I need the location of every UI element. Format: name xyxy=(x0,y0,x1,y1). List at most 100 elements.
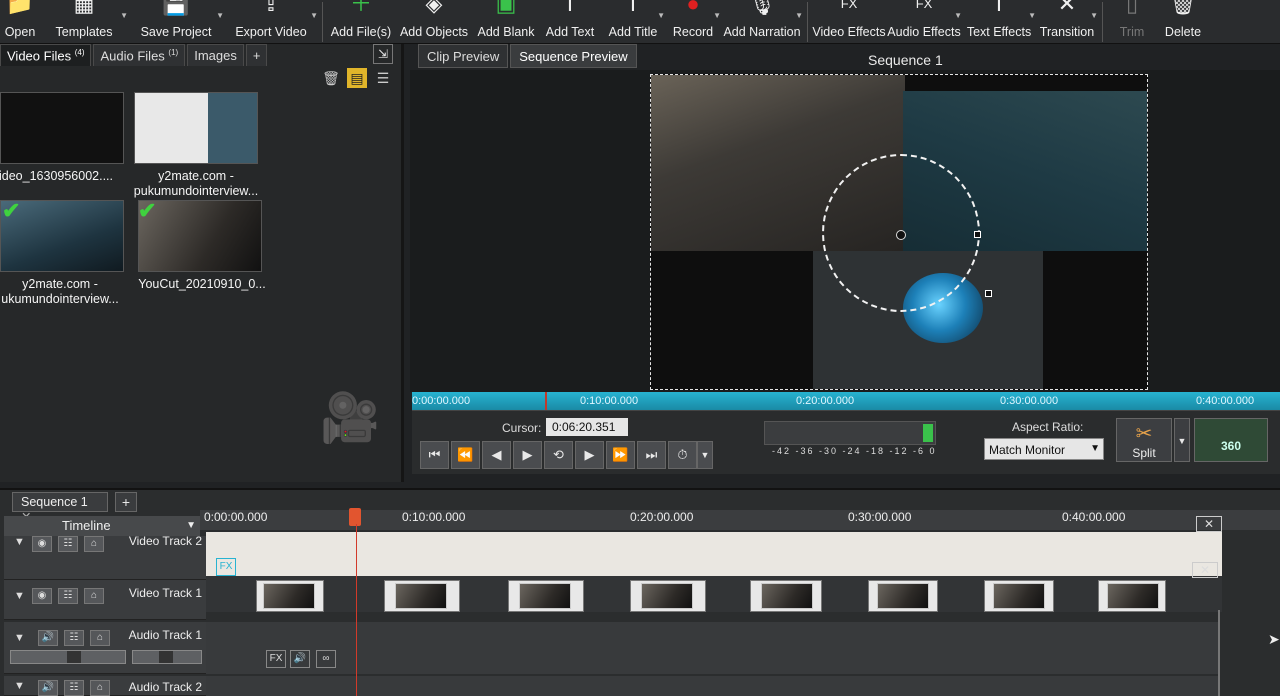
group-icon[interactable]: ☷ xyxy=(64,680,84,696)
speaker-icon[interactable]: 🔊 xyxy=(38,680,58,696)
chevron-down-icon[interactable]: ▼ xyxy=(795,11,803,20)
tab-sequence-preview[interactable]: Sequence Preview xyxy=(510,44,637,68)
step-back-button[interactable]: ◀ xyxy=(482,441,511,469)
link-icon[interactable]: ∞ xyxy=(316,650,336,668)
video-clip[interactable] xyxy=(984,580,1054,612)
video-clip[interactable] xyxy=(630,580,706,612)
360-button[interactable]: 360 xyxy=(1194,418,1268,462)
step-forward-button[interactable]: ▶ xyxy=(575,441,604,469)
chevron-down-icon[interactable]: ▼ xyxy=(713,11,721,20)
track-lane-audio-1[interactable]: FX 🔊 ∞ xyxy=(206,622,1220,674)
track-lane-video-2[interactable]: FX xyxy=(206,532,1222,580)
media-thumbnail[interactable] xyxy=(134,92,258,164)
tab-audio-files[interactable]: Audio Files (1) xyxy=(93,44,186,66)
record-button[interactable]: ● Record ▼ xyxy=(665,0,721,43)
audio-effects-button[interactable]: FX Audio Effects ▼ xyxy=(886,0,962,43)
slider-knob[interactable] xyxy=(159,651,173,663)
preview-timeline-ruler[interactable]: 0:00:00.000 0:10:00.000 0:20:00.000 0:30… xyxy=(412,392,1280,410)
group-icon[interactable]: ☷ xyxy=(58,536,78,552)
collapse-track-icon[interactable]: ▼ xyxy=(14,632,25,644)
timeline-header[interactable]: Timeline ▼ xyxy=(4,516,200,536)
video-clip[interactable] xyxy=(384,580,460,612)
loop-button[interactable]: ⟲ xyxy=(544,441,573,469)
volume-slider[interactable] xyxy=(10,650,126,664)
video-clip[interactable] xyxy=(206,532,1222,576)
collapse-track-icon[interactable]: ▼ xyxy=(14,590,25,602)
speaker-icon[interactable]: 🔊 xyxy=(290,650,310,668)
video-clip[interactable] xyxy=(1098,580,1166,612)
video-effects-button[interactable]: FX Video Effects xyxy=(812,0,886,43)
trash-icon[interactable]: 🗑 xyxy=(321,68,341,88)
eye-icon[interactable]: ◉ xyxy=(32,536,52,552)
cursor-time-field[interactable]: 0:06:20.351 xyxy=(546,418,628,436)
track-lane-video-1[interactable] xyxy=(206,580,1222,612)
tab-sequence-1[interactable]: Sequence 1 ✕ xyxy=(12,492,108,524)
chevron-down-icon[interactable]: ▼ xyxy=(954,11,962,20)
resize-handle[interactable] xyxy=(985,290,992,297)
lock-icon[interactable]: ⌂ xyxy=(84,588,104,604)
collapse-track-icon[interactable]: ▼ xyxy=(14,536,25,548)
templates-button[interactable]: ▦ Templates ▼ xyxy=(40,0,129,43)
transition-marker-icon[interactable]: ✕ xyxy=(1192,562,1218,578)
folder-up-icon[interactable]: ▤ xyxy=(347,68,367,88)
slider-knob[interactable] xyxy=(67,651,81,663)
video-clip[interactable] xyxy=(508,580,584,612)
tab-video-files[interactable]: Video Files (4) xyxy=(0,44,92,66)
add-sequence-button[interactable]: + xyxy=(115,492,137,512)
add-blank-button[interactable]: ▣ Add Blank xyxy=(473,0,539,43)
chevron-down-icon[interactable]: ▼ xyxy=(1090,11,1098,20)
timeline-playhead[interactable] xyxy=(349,508,361,526)
preview-playhead[interactable] xyxy=(545,392,547,410)
anchor-handle[interactable] xyxy=(896,230,906,240)
add-narration-button[interactable]: 🎙 Add Narration ▼ xyxy=(721,0,803,43)
chevron-down-icon[interactable]: ▼ xyxy=(1028,11,1036,20)
tab-clip-preview[interactable]: Clip Preview xyxy=(418,44,509,68)
group-icon[interactable]: ☷ xyxy=(64,630,84,646)
video-clip[interactable] xyxy=(256,580,324,612)
speaker-icon[interactable]: 🔊 xyxy=(38,630,58,646)
fx-icon[interactable]: FX xyxy=(216,558,236,576)
add-objects-button[interactable]: ◈ Add Objects xyxy=(395,0,473,43)
chevron-down-icon[interactable]: ▼ xyxy=(216,11,224,20)
lock-icon[interactable]: ⌂ xyxy=(90,630,110,646)
trim-button[interactable]: ▯ Trim xyxy=(1107,0,1157,43)
lock-icon[interactable]: ⌂ xyxy=(90,680,110,696)
add-tab-button[interactable]: + xyxy=(245,44,268,66)
chevron-down-icon[interactable]: ▼ xyxy=(310,11,318,20)
open-button[interactable]: 📁 Open xyxy=(0,0,40,43)
list-view-icon[interactable]: ☰ xyxy=(373,68,393,88)
go-to-start-button[interactable]: ⏮ xyxy=(420,441,449,469)
track-lane-audio-2[interactable] xyxy=(206,676,1220,696)
video-clip[interactable] xyxy=(750,580,822,612)
pan-slider[interactable] xyxy=(132,650,202,664)
media-thumbnail[interactable] xyxy=(0,92,124,164)
previous-clip-button[interactable]: ⏪ xyxy=(451,441,480,469)
split-button[interactable]: ✂ Split xyxy=(1116,418,1172,462)
transition-marker-icon[interactable]: ✕ xyxy=(1196,516,1222,532)
timeline-ruler[interactable]: 0:00:00.000 0:10:00.000 0:20:00.000 0:30… xyxy=(200,510,1280,530)
aspect-ratio-select[interactable]: Match Monitor ▼ xyxy=(984,438,1104,460)
playback-speed-button[interactable]: ⏱ xyxy=(668,441,697,469)
text-effects-button[interactable]: T Text Effects ▼ xyxy=(962,0,1036,43)
tab-images[interactable]: Images xyxy=(187,44,244,66)
collapse-track-icon[interactable]: ▼ xyxy=(14,680,25,692)
go-to-end-button[interactable]: ⏭ xyxy=(637,441,666,469)
group-icon[interactable]: ☷ xyxy=(58,588,78,604)
save-project-button[interactable]: 💾 Save Project ▼ xyxy=(128,0,224,43)
chevron-down-icon[interactable]: ▼ xyxy=(657,11,665,20)
media-thumbnail[interactable] xyxy=(138,200,262,272)
chevron-down-icon[interactable]: ▼ xyxy=(120,11,128,20)
fx-icon[interactable]: FX xyxy=(266,650,286,668)
lock-icon[interactable]: ⌂ xyxy=(84,536,104,552)
eye-icon[interactable]: ◉ xyxy=(32,588,52,604)
transition-button[interactable]: ✕ Transition ▼ xyxy=(1036,0,1098,43)
delete-button[interactable]: 🗑 Delete xyxy=(1157,0,1209,43)
add-text-button[interactable]: T Add Text xyxy=(539,0,601,43)
split-dropdown[interactable]: ▼ xyxy=(1174,418,1190,462)
collapse-panel-icon[interactable]: ⇲ xyxy=(373,44,393,64)
add-files-button[interactable]: ＋ Add File(s) xyxy=(327,0,395,43)
play-button[interactable]: ▶ xyxy=(513,441,542,469)
video-clip[interactable] xyxy=(868,580,938,612)
playback-speed-dropdown[interactable]: ▼ xyxy=(697,441,713,469)
resize-handle[interactable] xyxy=(974,231,981,238)
